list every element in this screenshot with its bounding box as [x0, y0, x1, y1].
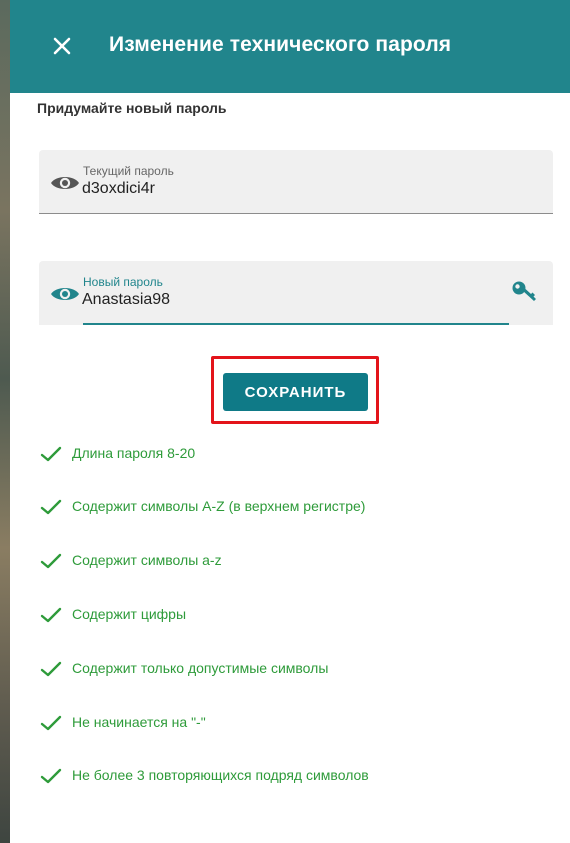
change-password-dialog: Изменение технического пароля Придумайте… [10, 0, 570, 843]
save-button[interactable]: СОХРАНИТЬ [223, 373, 368, 411]
dialog-title: Изменение технического пароля [109, 33, 452, 56]
requirement-text: Не начинается на "-" [72, 714, 206, 730]
dialog-header: Изменение технического пароля [10, 0, 570, 93]
input-underline [83, 323, 509, 325]
new-password-field[interactable]: Новый пароль [39, 261, 553, 325]
eye-icon[interactable] [50, 285, 80, 303]
check-icon [40, 768, 62, 784]
check-icon [40, 661, 62, 677]
requirement-text: Содержит символы A-Z (в верхнем регистре… [72, 498, 366, 514]
eye-icon[interactable] [50, 174, 80, 192]
key-icon[interactable] [511, 280, 539, 304]
check-icon [40, 499, 62, 515]
background-strip [0, 0, 10, 843]
current-password-input[interactable] [82, 180, 502, 198]
requirement-text: Не более 3 повторяющихся подряд символов [72, 767, 369, 783]
current-password-field[interactable]: Текущий пароль [39, 150, 553, 214]
new-password-label: Новый пароль [83, 275, 163, 289]
close-icon[interactable] [46, 30, 78, 62]
current-password-label: Текущий пароль [83, 164, 174, 178]
check-icon [40, 715, 62, 731]
requirement-text: Содержит цифры [72, 606, 187, 622]
requirement-text: Длина пароля 8-20 [72, 445, 196, 461]
requirement-text: Содержит только допустимые символы [72, 660, 329, 676]
new-password-input[interactable] [82, 291, 502, 309]
requirement-text: Содержит символы a-z [72, 552, 222, 568]
check-icon [40, 553, 62, 569]
check-icon [40, 446, 62, 462]
page-subtitle: Придумайте новый пароль [37, 100, 227, 116]
check-icon [40, 607, 62, 623]
